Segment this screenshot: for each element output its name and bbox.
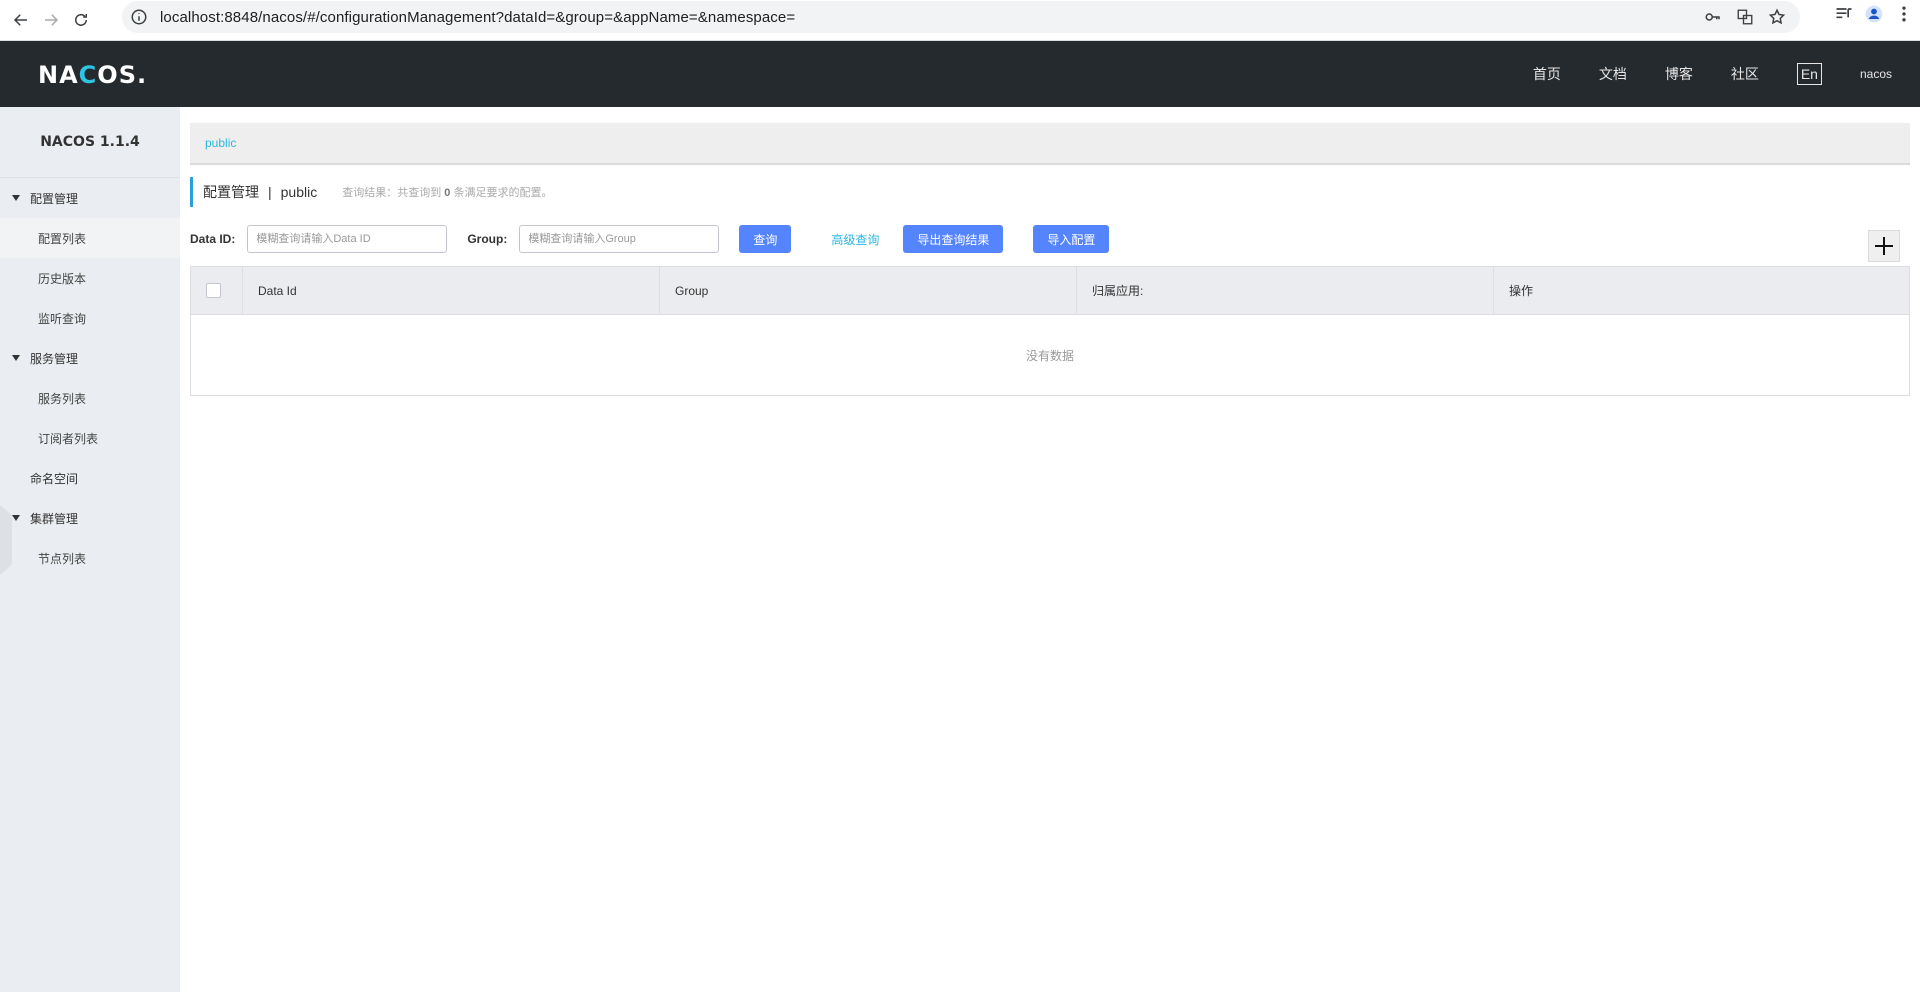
profile-icon[interactable] (1864, 4, 1884, 24)
column-app[interactable]: 归属应用: (1077, 267, 1494, 314)
forward-icon[interactable] (36, 5, 66, 35)
add-config-button[interactable] (1868, 230, 1900, 262)
data-id-input[interactable] (247, 225, 448, 253)
query-summary: 查询结果：共查询到 0 条满足要求的配置。 (342, 187, 553, 199)
select-all-cell (191, 267, 243, 314)
top-nav: 首页 文档 博客 社区 En nacos (1495, 41, 1892, 107)
menu-group-label: 服务管理 (30, 351, 79, 366)
reload-icon[interactable] (66, 5, 96, 35)
title-separator: | (268, 184, 272, 200)
column-group[interactable]: Group (660, 267, 1077, 314)
bookmark-star-icon[interactable] (1768, 8, 1786, 26)
nav-docs[interactable]: 文档 (1599, 64, 1627, 84)
table-header: Data Id Group 归属应用: 操作 (191, 267, 1909, 315)
nav-blog[interactable]: 博客 (1665, 64, 1693, 84)
caret-down-icon (12, 515, 20, 521)
menu-group-service[interactable]: 服务管理 (0, 338, 180, 378)
caret-down-icon (12, 355, 20, 361)
column-actions: 操作 (1509, 284, 1534, 298)
sidebar-title: NACOS 1.1.4 (0, 107, 180, 178)
menu-group-cluster[interactable]: 集群管理 (0, 498, 180, 538)
url-text[interactable]: localhost:8848/nacos/#/configurationMana… (160, 9, 795, 26)
filter-bar: Data ID: Group: 查询 高级查询 导出查询结果 导入配置 (190, 225, 1910, 253)
sidebar-item-config-list[interactable]: 配置列表 (0, 218, 180, 258)
info-icon[interactable] (130, 8, 148, 26)
sidebar: NACOS 1.1.4 配置管理 配置列表 历史版本 监听查询 服务管理 服务列… (0, 107, 180, 992)
key-icon[interactable] (1704, 8, 1722, 26)
sidebar-collapse-handle[interactable] (0, 505, 12, 575)
sidebar-item-history[interactable]: 历史版本 (0, 258, 180, 298)
user-menu[interactable]: nacos (1860, 67, 1892, 81)
empty-state: 没有数据 (1025, 348, 1074, 363)
export-button[interactable]: 导出查询结果 (903, 225, 1004, 253)
nacos-logo[interactable]: NACOS. (38, 61, 147, 89)
sidebar-item-namespace[interactable]: 命名空间 (0, 458, 180, 498)
media-icon[interactable] (1834, 4, 1854, 24)
browser-toolbar: localhost:8848/nacos/#/configurationMana… (0, 0, 1920, 41)
menu-group-label: 集群管理 (30, 511, 79, 526)
sidebar-item-subscribers[interactable]: 订阅者列表 (0, 418, 180, 458)
plus-icon (1875, 237, 1893, 255)
nav-home[interactable]: 首页 (1533, 64, 1561, 84)
result-count: 0 (444, 187, 451, 199)
namespace-bar: public (190, 123, 1910, 165)
sidebar-item-nodes[interactable]: 节点列表 (0, 538, 180, 578)
config-table: Data Id Group 归属应用: 操作 没有数据 (190, 266, 1910, 396)
menu-dots-icon[interactable] (1894, 4, 1914, 24)
data-id-label: Data ID: (190, 232, 236, 246)
select-all-checkbox[interactable] (206, 283, 221, 298)
sidebar-item-service-list[interactable]: 服务列表 (0, 378, 180, 418)
menu-group-label: 配置管理 (30, 191, 79, 206)
back-icon[interactable] (6, 5, 36, 35)
column-data-id[interactable]: Data Id (243, 267, 660, 314)
namespace-link-public[interactable]: public (205, 136, 236, 150)
query-button[interactable]: 查询 (739, 225, 792, 253)
page-header: 配置管理 | public 查询结果：共查询到 0 条满足要求的配置。 (190, 177, 1910, 207)
advanced-query-link[interactable]: 高级查询 (831, 231, 879, 248)
import-button[interactable]: 导入配置 (1033, 225, 1110, 253)
group-label: Group: (467, 232, 508, 246)
menu-group-config[interactable]: 配置管理 (0, 178, 180, 218)
page-title: 配置管理 (203, 184, 259, 200)
nav-community[interactable]: 社区 (1731, 64, 1759, 84)
language-toggle[interactable]: En (1796, 63, 1822, 85)
main-content: public 配置管理 | public 查询结果：共查询到 0 条满足要求的配… (190, 123, 1910, 396)
translate-icon[interactable] (1736, 8, 1754, 26)
caret-down-icon (12, 195, 20, 201)
group-input[interactable] (519, 225, 720, 253)
sidebar-item-listener[interactable]: 监听查询 (0, 298, 180, 338)
app-header: NACOS. 首页 文档 博客 社区 En nacos (0, 41, 1920, 107)
page-namespace: public (280, 184, 318, 200)
address-bar[interactable]: localhost:8848/nacos/#/configurationMana… (122, 1, 1800, 33)
